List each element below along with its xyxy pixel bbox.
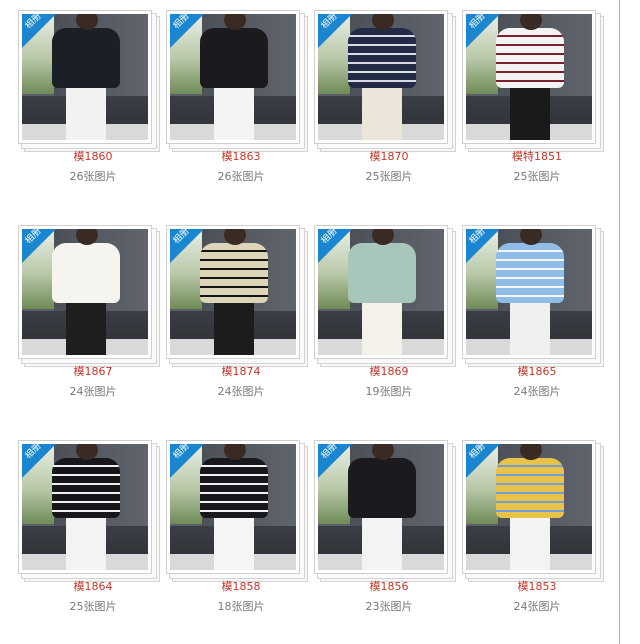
album-photo-count: 23张图片 <box>365 600 413 613</box>
album-photo-count: 24张图片 <box>69 385 117 398</box>
album-card[interactable]: 相册模1858 18张图片 <box>166 440 316 636</box>
album-photo[interactable]: 相册 <box>170 14 296 140</box>
album-card[interactable]: 相册模1856 23张图片 <box>314 440 464 636</box>
album-cover[interactable]: 相册 <box>462 225 596 359</box>
album-title-link[interactable]: 模1860 <box>18 150 168 164</box>
album-title-link[interactable]: 模1856 <box>314 580 464 594</box>
album-title-link[interactable]: 模1858 <box>166 580 316 594</box>
album-photo[interactable]: 相册 <box>318 229 444 355</box>
album-photo-count: 25张图片 <box>513 170 561 183</box>
album-photo[interactable]: 相册 <box>170 229 296 355</box>
photo-legs <box>362 518 402 570</box>
photo-legs <box>214 88 254 140</box>
album-card[interactable]: 相册模1874 24张图片 <box>166 225 316 421</box>
album-card[interactable]: 相册模1864 25张图片 <box>18 440 168 636</box>
photo-legs <box>510 303 550 355</box>
photo-legs <box>214 518 254 570</box>
album-photo-count: 19张图片 <box>365 385 413 398</box>
album-photo-count: 24张图片 <box>513 600 561 613</box>
photo-garment <box>52 243 120 303</box>
album-cover[interactable]: 相册 <box>314 440 448 574</box>
album-title-link[interactable]: 模1853 <box>462 580 612 594</box>
photo-legs <box>362 303 402 355</box>
album-photo-count: 26张图片 <box>69 170 117 183</box>
album-cover[interactable]: 相册 <box>166 440 300 574</box>
album-photo[interactable]: 相册 <box>466 14 592 140</box>
album-card[interactable]: 相册模1863 26张图片 <box>166 10 316 206</box>
photo-garment <box>496 458 564 518</box>
photo-garment <box>348 243 416 303</box>
album-card[interactable]: 相册模1869 19张图片 <box>314 225 464 421</box>
album-title-link[interactable]: 模1867 <box>18 365 168 379</box>
album-photo[interactable]: 相册 <box>318 444 444 570</box>
album-grid: 相册 模1860 26张图片 相册 模1863 26张图片 相册 模1870 25张图片 相册 模特… <box>0 0 620 644</box>
photo-legs <box>510 88 550 140</box>
album-photo-count: 26张图片 <box>217 170 265 183</box>
album-photo-count: 25张图片 <box>365 170 413 183</box>
album-cover[interactable]: 相册 <box>166 225 300 359</box>
album-card[interactable]: 相册模1870 25张图片 <box>314 10 464 206</box>
album-title-link[interactable]: 模1874 <box>166 365 316 379</box>
album-photo[interactable]: 相册 <box>22 444 148 570</box>
photo-garment <box>52 28 120 88</box>
photo-garment <box>200 28 268 88</box>
album-card[interactable]: 相册模特1851 25张图片 <box>462 10 612 206</box>
album-photo-count: 25张图片 <box>69 600 117 613</box>
album-photo[interactable]: 相册 <box>466 444 592 570</box>
album-cover[interactable]: 相册 <box>462 440 596 574</box>
photo-legs <box>362 88 402 140</box>
album-title-link[interactable]: 模1865 <box>462 365 612 379</box>
album-photo[interactable]: 相册 <box>22 14 148 140</box>
album-card[interactable]: 相册模1860 26张图片 <box>18 10 168 206</box>
album-title-link[interactable]: 模1864 <box>18 580 168 594</box>
photo-legs <box>214 303 254 355</box>
photo-legs <box>66 518 106 570</box>
album-card[interactable]: 相册模1867 24张图片 <box>18 225 168 421</box>
album-title-link[interactable]: 模1870 <box>314 150 464 164</box>
album-cover[interactable]: 相册 <box>314 225 448 359</box>
album-title-link[interactable]: 模特1851 <box>462 150 612 164</box>
album-cover[interactable]: 相册 <box>462 10 596 144</box>
photo-garment <box>200 458 268 518</box>
photo-garment <box>348 458 416 518</box>
album-cover[interactable]: 相册 <box>314 10 448 144</box>
album-cover[interactable]: 相册 <box>18 440 152 574</box>
photo-legs <box>66 303 106 355</box>
photo-garment <box>496 243 564 303</box>
album-card[interactable]: 相册模1865 24张图片 <box>462 225 612 421</box>
album-photo[interactable]: 相册 <box>170 444 296 570</box>
album-photo[interactable]: 相册 <box>22 229 148 355</box>
photo-legs <box>510 518 550 570</box>
album-title-link[interactable]: 模1863 <box>166 150 316 164</box>
album-photo-count: 24张图片 <box>217 385 265 398</box>
album-photo-count: 18张图片 <box>217 600 265 613</box>
album-photo-count: 24张图片 <box>513 385 561 398</box>
photo-garment <box>348 28 416 88</box>
photo-garment <box>200 243 268 303</box>
album-photo[interactable]: 相册 <box>466 229 592 355</box>
album-cover[interactable]: 相册 <box>18 10 152 144</box>
photo-garment <box>52 458 120 518</box>
photo-legs <box>66 88 106 140</box>
photo-garment <box>496 28 564 88</box>
album-cover[interactable]: 相册 <box>166 10 300 144</box>
album-photo[interactable]: 相册 <box>318 14 444 140</box>
album-title-link[interactable]: 模1869 <box>314 365 464 379</box>
album-cover[interactable]: 相册 <box>18 225 152 359</box>
album-card[interactable]: 相册模1853 24张图片 <box>462 440 612 636</box>
